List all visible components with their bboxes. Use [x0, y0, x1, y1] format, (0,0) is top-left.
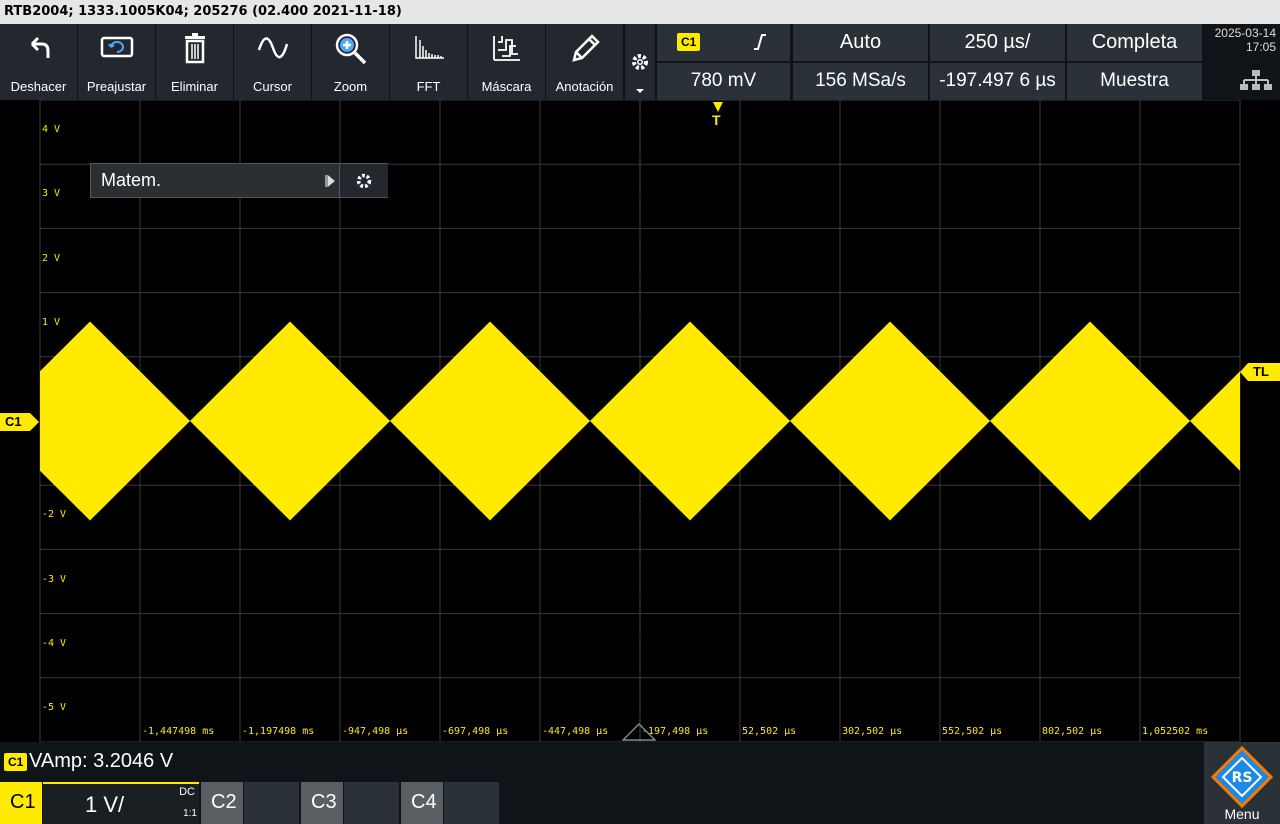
y-axis-label: -1 V	[42, 445, 67, 457]
submenu-arrow-icon	[325, 174, 335, 188]
chevron-down-icon	[636, 89, 644, 93]
x-axis-label: -1,447498 ms	[142, 726, 215, 737]
zoom-label: Zoom	[333, 79, 368, 94]
toolbar-settings-button[interactable]	[625, 24, 655, 100]
pencil-icon	[571, 34, 600, 62]
menu-label: Menu	[1224, 806, 1260, 822]
channel-c3-button[interactable]: C3	[301, 782, 343, 824]
channel-c1-scale: 1 V/	[85, 792, 125, 817]
y-axis-label: -4 V	[42, 637, 67, 649]
horizontal-position-marker[interactable]	[622, 723, 656, 741]
window-title: RTB2004; 1333.1005K04; 205276 (02.400 20…	[0, 0, 1280, 24]
menu-button[interactable]: RS Menu	[1204, 742, 1280, 824]
math-menu[interactable]: Matem.	[90, 163, 388, 198]
undo-label: Deshacer	[10, 79, 67, 94]
clock: 2025-03-14 17:05	[1205, 24, 1280, 100]
trigger-level-label: TL	[1253, 364, 1269, 379]
gear-icon	[632, 54, 648, 70]
gear-icon	[356, 173, 372, 189]
trash-icon	[184, 33, 205, 64]
channel-c4-settings[interactable]	[444, 782, 499, 824]
trigger-mode[interactable]: Auto	[793, 24, 928, 61]
y-axis-label: 2 V	[42, 252, 61, 264]
channel-c1-probe: 1:1	[183, 808, 197, 819]
y-axis-label: 0	[42, 380, 49, 392]
cursor-button[interactable]: Cursor	[234, 24, 311, 100]
acquisition-status[interactable]: Completa	[1067, 24, 1202, 61]
sample-rate[interactable]: 156 MSa/s	[793, 63, 928, 100]
y-axis-label: -3 V	[42, 573, 67, 585]
channel-c1-coupling: DC	[179, 786, 195, 798]
measurement-channel-badge: C1	[4, 753, 28, 771]
channel-c2-label: C2	[211, 791, 237, 813]
horizontal-position[interactable]: -197.497 6 µs	[930, 63, 1065, 100]
delete-label: Eliminar	[171, 79, 218, 94]
mask-icon	[492, 36, 520, 61]
x-axis-label: 552,502 µs	[942, 726, 1003, 737]
measurement-bar: C1 VAmp: 3.2046 V	[0, 742, 1280, 782]
svg-text:RS: RS	[1232, 770, 1253, 786]
math-settings-button[interactable]	[339, 164, 388, 197]
y-axis-label: 4 V	[42, 124, 61, 136]
x-axis-label: -1,197498 ms	[242, 726, 315, 737]
preset-label: Preajustar	[86, 79, 147, 94]
annotation-label: Anotación	[555, 79, 614, 94]
y-axis-label: 1 V	[42, 316, 61, 328]
x-axis-label: 1,052502 ms	[1142, 726, 1209, 737]
math-menu-label: Matem.	[101, 170, 162, 190]
channel-c2-settings[interactable]	[244, 782, 299, 824]
channel-c4-button[interactable]: C4	[401, 782, 443, 824]
trigger-source-slope[interactable]: C1	[657, 24, 790, 61]
zoom-icon	[335, 33, 366, 65]
channel-bar: C1 1 V/ DC 1:1 C2 C3 C4 RS Menu	[0, 742, 1280, 824]
measurement-readout[interactable]: VAmp: 3.2046 V	[29, 750, 173, 773]
rising-edge-icon	[754, 34, 766, 50]
timebase-scale[interactable]: 250 µs/	[930, 24, 1065, 61]
clock-time: 17:05	[1245, 40, 1276, 54]
trigger-source-badge: C1	[677, 33, 701, 51]
preset-button[interactable]: Preajustar	[78, 24, 155, 100]
channel-offset-label: C1	[5, 414, 22, 429]
y-axis-label: 3 V	[42, 188, 61, 200]
acquisition-mode[interactable]: Muestra	[1067, 63, 1202, 100]
channel-c1-settings[interactable]: 1 V/ DC 1:1	[43, 782, 199, 824]
x-axis-label: -947,498 µs	[342, 726, 409, 737]
toolbar: Deshacer Preajustar Eliminar Cursor Zoom…	[0, 24, 1280, 100]
mask-label: Máscara	[481, 79, 532, 94]
fft-label: FFT	[416, 79, 441, 94]
fft-button[interactable]: FFT	[390, 24, 467, 100]
y-axis-label: -5 V	[42, 701, 67, 713]
trigger-marker-label: T	[712, 112, 721, 128]
fft-icon	[414, 36, 444, 59]
trigger-level[interactable]: 780 mV	[657, 63, 790, 100]
x-axis-label: -447,498 µs	[542, 726, 609, 737]
rs-logo-icon: RS	[1211, 746, 1273, 808]
zoom-button[interactable]: Zoom	[312, 24, 389, 100]
x-axis-label: 302,502 µs	[842, 726, 903, 737]
network-icon	[1240, 70, 1272, 90]
undo-button[interactable]: Deshacer	[0, 24, 77, 100]
y-axis-label: -2 V	[42, 509, 67, 521]
channel-c4-label: C4	[411, 791, 437, 813]
delete-button[interactable]: Eliminar	[156, 24, 233, 100]
mask-button[interactable]: Máscara	[468, 24, 545, 100]
x-axis-label: 52,502 µs	[742, 726, 797, 737]
annotation-button[interactable]: Anotación	[546, 24, 623, 100]
clock-date: 2025-03-14	[1214, 26, 1276, 40]
channel-c3-settings[interactable]	[344, 782, 399, 824]
undo-icon	[30, 36, 49, 58]
cursor-label: Cursor	[252, 79, 292, 94]
x-axis-label: 802,502 µs	[1042, 726, 1103, 737]
channel-c1-label: C1	[10, 791, 36, 813]
channel-c3-label: C3	[311, 791, 337, 813]
preset-icon	[100, 36, 133, 58]
channel-c2-button[interactable]: C2	[201, 782, 243, 824]
cursor-wave-icon	[257, 37, 288, 59]
channel-c1-button[interactable]: C1	[0, 782, 42, 824]
x-axis-label: -697,498 µs	[442, 726, 509, 737]
